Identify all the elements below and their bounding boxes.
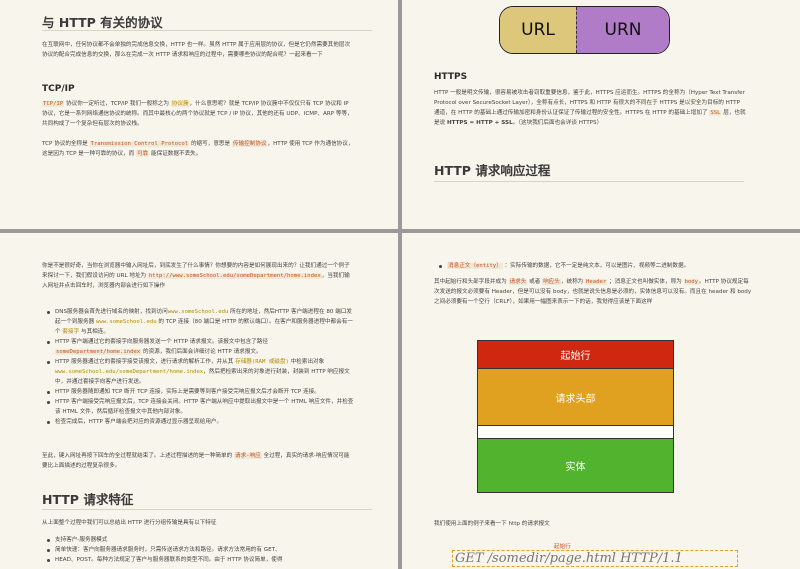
urn-segment: URN	[576, 7, 669, 53]
page-bottom-left: 你是不是很好奇，当你在浏览器中输入网址后，到底发生了什么事情？你想要的内容是如何…	[0, 233, 398, 569]
page-bottom-right: 消息正文（entity） ：实际传输的数据，它不一定是纯文本，可以是图片、视频等…	[402, 233, 800, 569]
start-line-annotation: 起始行	[554, 544, 571, 550]
intro-paragraph: 在互联网中，任何协议都不会单独的完成信息交换，HTTP 也一样。虽然 HTTP …	[42, 42, 351, 58]
https-paragraph: HTTP 一般是明文传输，很容易被攻击者窃取重要信息，鉴于此，HTTPS 应运而…	[434, 90, 746, 126]
divider	[42, 30, 372, 31]
tcpip-paragraph-1: TCP/IP 协议你一定听过，TCP/IP 我们一般称之为 协议簇，什么意思呢？…	[42, 101, 353, 127]
message-body-bullet: 消息正文（entity） ：实际传输的数据，它不一定是纯文本，可以是图片、视频等…	[438, 261, 758, 271]
features-intro: 从上面整个过程中我们可以总结出 HTTP 进行分组传输是具有以下特征	[42, 520, 217, 526]
list-item: HTTP 客户端通过它的套接字向服务器发送一个 HTTP 请求报文。该报文中包含…	[46, 337, 354, 357]
inline-code: 可靠	[136, 151, 150, 157]
url-segment: URL	[500, 7, 576, 53]
request-line-example: GET /somedir/page.html HTTP/1.1	[452, 550, 738, 567]
blank-line-box	[478, 425, 673, 438]
list-item: HTTP 服务器随即通知 TCP 断开 TCP 连接，实际上是需要等到客户接受完…	[46, 387, 354, 397]
example-intro: 我们使用上面的例子来看一下 http 的请求报文	[434, 521, 550, 527]
message-structure-diagram: 起始行 请求头部 实体	[477, 340, 674, 493]
tcpip-paragraph-2: TCP 协议的全称是 Transmission Control Protocol…	[42, 141, 354, 157]
entity-body-box: 实体	[478, 438, 673, 492]
section-title-related-protocols: 与 HTTP 有关的协议	[42, 15, 163, 30]
https-heading: HTTPS	[434, 72, 468, 82]
tcpip-heading: TCP/IP	[42, 84, 75, 94]
list-item: 简单快速：客户向服务器请求服务时，只需传送请求方法和路径。请求方法常用的有 GE…	[46, 545, 354, 555]
list-item: HTTP 服务器通过它的套接字接受该报文，进行请求的解析工作，并从其 存储器(R…	[46, 357, 354, 387]
header-body-paragraph: 其中起始行和头部字段并成为 请求头 或者 响应头，统称为 Header ；消息正…	[434, 279, 752, 305]
inline-code: 协议簇	[170, 101, 190, 107]
inline-code: 请求-响应	[233, 453, 262, 459]
page-top-left: 与 HTTP 有关的协议 在互联网中，任何协议都不会单独的完成信息交换，HTTP…	[0, 0, 398, 229]
url-process-paragraph: 你是不是很好奇，当你在浏览器中输入网址后，到底发生了什么事情？你想要的内容是如何…	[42, 263, 350, 289]
divider	[42, 509, 372, 510]
process-steps-list: DNS服务器会首先进行域名的映射，找到访问www.someSchool.edu …	[46, 307, 354, 427]
inline-code: 传输控制协议	[231, 141, 268, 147]
page-top-right: URL URN HTTPS HTTP 一般是明文传输，很容易被攻击者窃取重要信息…	[402, 0, 800, 229]
list-item: 支持客户-服务器模式	[46, 535, 354, 545]
request-header-box: 请求头部	[478, 368, 673, 425]
list-item: 消息正文（entity） ：实际传输的数据，它不一定是纯文本，可以是图片、视频等…	[438, 261, 758, 271]
section-title-request-features: HTTP 请求特征	[42, 492, 134, 507]
list-item: HTTP 客户端接受完响应报文后，TCP 连接会关闭。HTTP 客户端从响应中提…	[46, 397, 354, 417]
list-item: DNS服务器会首先进行域名的映射，找到访问www.someSchool.edu …	[46, 307, 354, 337]
list-item: HEAD、POST。每种方法规定了客户与服务器联系的类型不同。由于 HTTP 协…	[46, 555, 354, 565]
start-line-box: 起始行	[478, 341, 673, 368]
divider	[434, 181, 744, 182]
inline-code: Transmission Control Protocol	[89, 141, 190, 147]
url-urn-diagram: URL URN	[499, 6, 670, 54]
section-title-request-response: HTTP 请求响应过程	[434, 163, 551, 178]
inline-code: SSL	[709, 110, 722, 116]
summary-paragraph: 至此，键入网址再按下回车的全过程就结束了。上述过程描述的是一种简单的 请求-响应…	[42, 453, 350, 469]
features-list: 支持客户-服务器模式 简单快速：客户向服务器请求服务时，只需传送请求方法和路径。…	[46, 535, 354, 565]
inline-code: http://www.someSchool.edu/someDepartment…	[147, 273, 322, 279]
inline-code: TCP/IP	[42, 101, 65, 107]
list-item: 检查完成后，HTTP 客户端会把对应的资源通过显示器呈现给用户。	[46, 417, 354, 427]
